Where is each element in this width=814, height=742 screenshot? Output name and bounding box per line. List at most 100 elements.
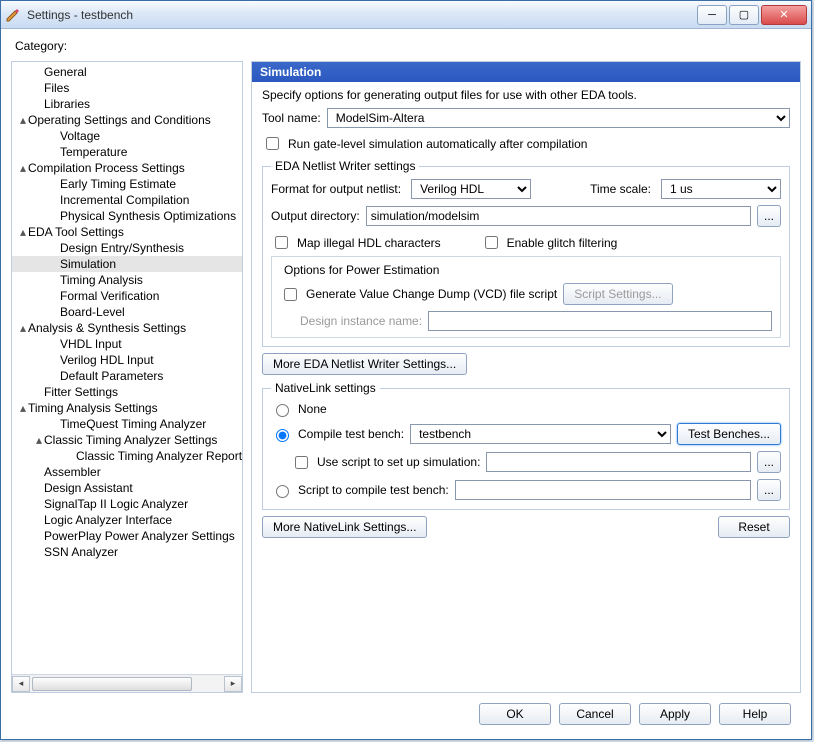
tree-scrollbar[interactable]: ◂ ▸ xyxy=(12,674,242,692)
test-benches-button[interactable]: Test Benches... xyxy=(677,423,781,445)
gen-vcd-checkbox[interactable] xyxy=(284,288,297,301)
tree-item-label: EDA Tool Settings xyxy=(28,225,124,239)
tree-item[interactable]: General xyxy=(12,64,242,80)
tree-item[interactable]: Logic Analyzer Interface xyxy=(12,512,242,528)
script-compile-browse[interactable]: ... xyxy=(757,479,781,501)
more-netlist-button[interactable]: More EDA Netlist Writer Settings... xyxy=(262,353,467,375)
use-script-checkbox[interactable] xyxy=(295,456,308,469)
tree-item[interactable]: Board-Level xyxy=(12,304,242,320)
description-text: Specify options for generating output fi… xyxy=(262,88,790,102)
tree-item[interactable]: ▴Compilation Process Settings xyxy=(12,160,242,176)
tree-item[interactable]: Simulation xyxy=(12,256,242,272)
nativelink-compile-radio[interactable] xyxy=(276,429,289,442)
apply-button[interactable]: Apply xyxy=(639,703,711,725)
tree-item-label: VHDL Input xyxy=(60,337,122,351)
tree-item[interactable]: Timing Analysis xyxy=(12,272,242,288)
help-button[interactable]: Help xyxy=(719,703,791,725)
timescale-select[interactable]: 1 us xyxy=(661,179,781,199)
tree-item[interactable]: Formal Verification xyxy=(12,288,242,304)
outdir-browse-button[interactable]: ... xyxy=(757,205,781,227)
tree-item[interactable]: Fitter Settings xyxy=(12,384,242,400)
tree-item-label: Design Assistant xyxy=(44,481,133,495)
testbench-select[interactable]: testbench xyxy=(410,424,671,444)
tree-item[interactable]: ▴Operating Settings and Conditions xyxy=(12,112,242,128)
netlist-writer-legend: EDA Netlist Writer settings xyxy=(271,159,419,173)
section-header: Simulation xyxy=(252,62,800,82)
tree-item[interactable]: ▴Timing Analysis Settings xyxy=(12,400,242,416)
tree-item[interactable]: SignalTap II Logic Analyzer xyxy=(12,496,242,512)
script-compile-label: Script to compile test bench: xyxy=(298,483,449,497)
format-select[interactable]: Verilog HDL xyxy=(411,179,531,199)
minimize-button[interactable]: ─ xyxy=(697,5,727,25)
tree-item[interactable]: Assembler xyxy=(12,464,242,480)
expand-icon: ▴ xyxy=(18,320,28,336)
tree-item-label: SSN Analyzer xyxy=(44,545,118,559)
tree-item[interactable]: TimeQuest Timing Analyzer xyxy=(12,416,242,432)
tree-item-label: Early Timing Estimate xyxy=(60,177,176,191)
scroll-thumb[interactable] xyxy=(32,677,192,691)
power-group-title: Options for Power Estimation xyxy=(280,263,443,277)
more-nativelink-button[interactable]: More NativeLink Settings... xyxy=(262,516,427,538)
tree-item[interactable]: SSN Analyzer xyxy=(12,544,242,560)
tree-item[interactable]: VHDL Input xyxy=(12,336,242,352)
cancel-button[interactable]: Cancel xyxy=(559,703,631,725)
nativelink-group: NativeLink settings None Compile test be… xyxy=(262,381,790,510)
category-label: Category: xyxy=(11,37,801,57)
tree-item[interactable]: Design Entry/Synthesis xyxy=(12,240,242,256)
use-script-browse[interactable]: ... xyxy=(757,451,781,473)
window-title: Settings - testbench xyxy=(27,8,697,22)
tree-item[interactable]: Incremental Compilation xyxy=(12,192,242,208)
tree-item-label: Operating Settings and Conditions xyxy=(28,113,211,127)
tree-item-label: Formal Verification xyxy=(60,289,159,303)
tree-item-label: Compilation Process Settings xyxy=(28,161,185,175)
expand-icon: ▴ xyxy=(18,400,28,416)
format-label: Format for output netlist: xyxy=(271,182,401,196)
enable-glitch-label: Enable glitch filtering xyxy=(507,236,618,250)
tree-item[interactable]: ▴Classic Timing Analyzer Settings xyxy=(12,432,242,448)
tree-item[interactable]: Verilog HDL Input xyxy=(12,352,242,368)
tree-item-label: Libraries xyxy=(44,97,90,111)
tree-item-label: Classic Timing Analyzer Reporting xyxy=(76,449,242,463)
map-illegal-checkbox[interactable] xyxy=(275,236,288,249)
outdir-input[interactable] xyxy=(366,206,751,226)
tool-name-select[interactable]: ModelSim-Altera xyxy=(327,108,790,128)
tree-item[interactable]: ▴Analysis & Synthesis Settings xyxy=(12,320,242,336)
nativelink-none-radio[interactable] xyxy=(276,404,289,417)
tree-item[interactable]: Classic Timing Analyzer Reporting xyxy=(12,448,242,464)
ok-button[interactable]: OK xyxy=(479,703,551,725)
tree-item[interactable]: Libraries xyxy=(12,96,242,112)
close-button[interactable]: ✕ xyxy=(761,5,807,25)
titlebar: Settings - testbench ─ ▢ ✕ xyxy=(1,1,811,29)
timescale-label: Time scale: xyxy=(590,182,651,196)
expand-icon: ▴ xyxy=(18,112,28,128)
tree-item[interactable]: Design Assistant xyxy=(12,480,242,496)
tree-item[interactable]: Temperature xyxy=(12,144,242,160)
reset-button[interactable]: Reset xyxy=(718,516,790,538)
tree-item[interactable]: Default Parameters xyxy=(12,368,242,384)
expand-icon: ▴ xyxy=(34,432,44,448)
run-gate-level-label: Run gate-level simulation automatically … xyxy=(288,137,587,151)
tree-item-label: Analysis & Synthesis Settings xyxy=(28,321,186,335)
tree-item-label: Classic Timing Analyzer Settings xyxy=(44,433,217,447)
tree-item[interactable]: Early Timing Estimate xyxy=(12,176,242,192)
tree-item[interactable]: Physical Synthesis Optimizations xyxy=(12,208,242,224)
tree-item[interactable]: Voltage xyxy=(12,128,242,144)
tree-item[interactable]: PowerPlay Power Analyzer Settings xyxy=(12,528,242,544)
tree-item[interactable]: Files xyxy=(12,80,242,96)
run-gate-level-checkbox[interactable] xyxy=(266,137,279,150)
maximize-button[interactable]: ▢ xyxy=(729,5,759,25)
tree-item-label: TimeQuest Timing Analyzer xyxy=(60,417,206,431)
use-script-label: Use script to set up simulation: xyxy=(317,455,480,469)
tree-item-label: Board-Level xyxy=(60,305,125,319)
tree-item[interactable]: ▴EDA Tool Settings xyxy=(12,224,242,240)
scroll-right-arrow[interactable]: ▸ xyxy=(224,676,242,692)
tree-item-label: Temperature xyxy=(60,145,127,159)
script-compile-radio[interactable] xyxy=(276,485,289,498)
scroll-left-arrow[interactable]: ◂ xyxy=(12,676,30,692)
script-compile-input xyxy=(455,480,751,500)
use-script-input xyxy=(486,452,751,472)
map-illegal-label: Map illegal HDL characters xyxy=(297,236,441,250)
netlist-writer-group: EDA Netlist Writer settings Format for o… xyxy=(262,159,790,347)
enable-glitch-checkbox[interactable] xyxy=(485,236,498,249)
dialog-footer: OK Cancel Apply Help xyxy=(11,697,801,731)
